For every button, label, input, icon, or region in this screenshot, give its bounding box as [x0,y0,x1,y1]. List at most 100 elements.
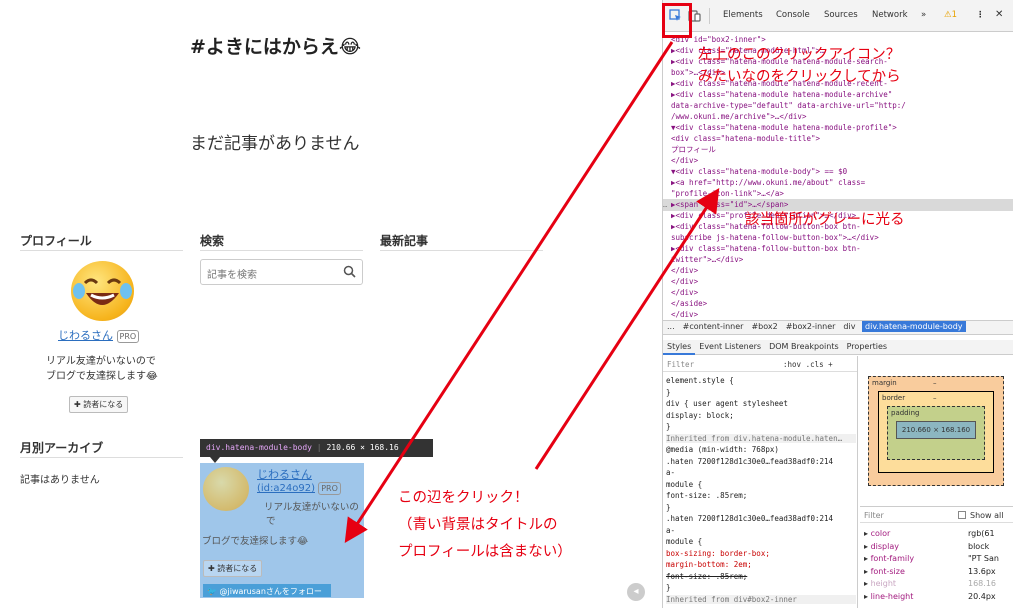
avatar[interactable] [71,261,134,321]
breadcrumb-item[interactable]: ... [663,321,679,332]
computed-row[interactable]: ▸ display block [864,542,1012,551]
breadcrumb-item[interactable]: #box2-inner [782,321,840,332]
profile-module-title: プロフィール [20,234,92,248]
style-rule-line[interactable]: module { [666,480,702,489]
computed-prop-value: block [968,541,990,551]
computed-row[interactable]: ▸ line-height 20.4px [864,592,1012,601]
tab-more[interactable]: » [921,10,926,20]
computed-prop-value: 13.6px [968,566,996,576]
styles-tabs: Styles Event Listeners DOM Breakpoints Prop… [663,340,1013,355]
code-line[interactable]: twitter">…</div> [671,254,743,265]
code-line[interactable]: </div> [671,265,698,276]
border-box[interactable]: border – padding 210.660 × 168.160 [878,391,994,473]
code-line[interactable]: </div> [671,309,698,320]
computed-row[interactable]: ▸ font-size 13.6px [864,567,1012,576]
style-rule-line[interactable]: a- [666,526,675,535]
style-rule-line[interactable]: } [666,388,671,397]
computed-filter[interactable]: Filter [864,511,884,520]
style-rule-line[interactable]: Inherited from div#box2-inner [666,594,856,604]
code-line[interactable]: </div> [671,287,698,298]
breadcrumb-active[interactable]: div.hatena-module-body [862,321,966,332]
search-icon[interactable] [343,265,356,278]
computed-row[interactable]: ▸ height 168.16 [864,579,1012,588]
twitter-follow-button[interactable]: 🐦 @jiwarusanさんをフォロー [203,584,331,597]
styles-filter-toggles[interactable]: :hov .cls + [783,360,833,369]
style-rule-line[interactable]: @media (min-width: 768px) [666,445,779,454]
styles-subtab[interactable]: Properties [843,340,891,353]
style-rule-line[interactable]: div { user agent stylesheet [666,399,788,408]
computed-prop-name: font-family [870,554,915,563]
style-rule-line[interactable]: .haten 7200f128d1c30e0…fead38adf0:214 [666,457,833,466]
breadcrumb-item[interactable]: div [839,321,859,332]
breadcrumb-item[interactable]: #content-inner [679,321,748,332]
computed-prop-name: font-size [870,566,905,576]
style-rule-line[interactable]: font-size: .85rem; [666,491,747,500]
border-label: border [882,394,906,402]
style-rule-line[interactable]: display: block; [666,411,734,420]
code-line[interactable]: ▶<div class="hatena-follow-button-box bt… [671,243,861,254]
code-line[interactable]: ▶<a href="http://www.okuni.me/about" cla… [671,177,865,188]
computed-prop-value: 20.4px [968,591,996,601]
code-line[interactable]: </div> [671,276,698,287]
style-rule-line[interactable]: a- [666,468,675,477]
scroll-top-icon[interactable]: ◂ [627,583,645,601]
style-rule-line[interactable]: } [666,503,671,512]
tab-network[interactable]: Network [872,10,908,20]
bio-line: リアル友達がいないので [46,356,156,367]
code-line[interactable]: data-archive-type="default" data-archive… [671,100,906,111]
padding-box[interactable]: padding 210.660 × 168.160 [887,406,985,460]
code-line[interactable]: "profile-icon-link">…</a> [671,188,784,199]
style-rule-line[interactable]: font-size: .85rem; [666,572,747,581]
menu-kebab-icon[interactable]: ⋮ [976,10,985,20]
code-line[interactable]: </aside> [671,298,707,309]
style-rule-line[interactable]: } [666,422,671,431]
style-rule-line[interactable]: element.style { [666,376,734,385]
ellipsis-icon: … [663,201,668,209]
styles-pane: Filter :hov .cls + element.style {} div {… [663,356,858,608]
reader-button[interactable]: ✚ 読者になる [203,560,263,577]
tab-sources[interactable]: Sources [824,10,858,20]
computed-row[interactable]: ▸ font-family "PT San [864,554,1012,563]
style-rule-line[interactable]: margin-bottom: 2em; [666,560,752,569]
close-icon[interactable]: ✕ [995,9,1003,20]
style-rule-line[interactable]: } [666,583,671,592]
content-box[interactable]: 210.660 × 168.160 [896,421,976,439]
code-line[interactable]: ▼<div class="hatena-module hatena-module… [671,122,897,133]
tab-console[interactable]: Console [776,10,810,20]
devtools-toolbar: Elements Console Sources Network » ⚠1 ⋮ … [663,0,1013,32]
code-line[interactable]: </div> [671,155,698,166]
pro-badge: PRO [318,482,341,495]
reader-button[interactable]: ✚ 読者になる [69,396,129,413]
code-line[interactable]: プロフィール [671,144,716,155]
style-rule-line[interactable]: .haten 7200f128d1c30e0…fead38adf0:214 [666,514,833,523]
style-rule-line[interactable]: module { [666,537,702,546]
show-all-checkbox[interactable] [958,511,966,519]
margin-box[interactable]: margin – border – padding 210.660 × 168.… [868,376,1004,486]
avatar-faded [203,467,249,511]
styles-subtab[interactable]: Event Listeners [695,340,765,353]
margin-label: margin [872,379,897,387]
style-rule-line[interactable]: Inherited from div.hatena-module.haten… [666,433,856,443]
code-line[interactable]: ▼<div class="hatena-module-body"> == $0 [671,166,847,177]
no-articles-message: まだ記事がありません [190,134,360,154]
tab-elements[interactable]: Elements [723,10,763,20]
warning-count[interactable]: ⚠1 [944,10,957,20]
search-input[interactable]: 記事を検索 [200,259,363,285]
code-line[interactable]: <div class="hatena-module-title"> [671,133,820,144]
bio-line: ブログで友達探します😂 [202,536,309,547]
styles-filter[interactable]: Filter [667,360,694,369]
style-rule-line[interactable]: box-sizing: border-box; [666,549,770,558]
styles-subtab[interactable]: DOM Breakpoints [765,340,843,353]
user-id-link[interactable]: (id:a24o92) [257,483,315,494]
breadcrumb: ... #content-inner #box2 #box2-inner div div… [663,320,1013,335]
highlighted-module-body[interactable]: じわるさん (id:a24o92) PRO リアル友達がいないの で ブログで友… [200,463,364,598]
computed-row[interactable]: ▸ color rgb(61 [864,529,1012,538]
user-name-link[interactable]: じわるさん [257,468,312,481]
code-line[interactable]: subscribe js-hatena-follow-button-box">…… [671,232,879,243]
breadcrumb-item[interactable]: #box2 [747,321,781,332]
blog-title[interactable]: #よきにはからえ😂 [190,32,361,59]
user-name-link[interactable]: じわるさん [58,329,113,342]
code-line[interactable]: /www.okuni.me/archive">…</div> [671,111,806,122]
code-line[interactable]: ▶<div class="hatena-module hatena-module… [671,89,892,100]
styles-subtab[interactable]: Styles [663,340,696,355]
